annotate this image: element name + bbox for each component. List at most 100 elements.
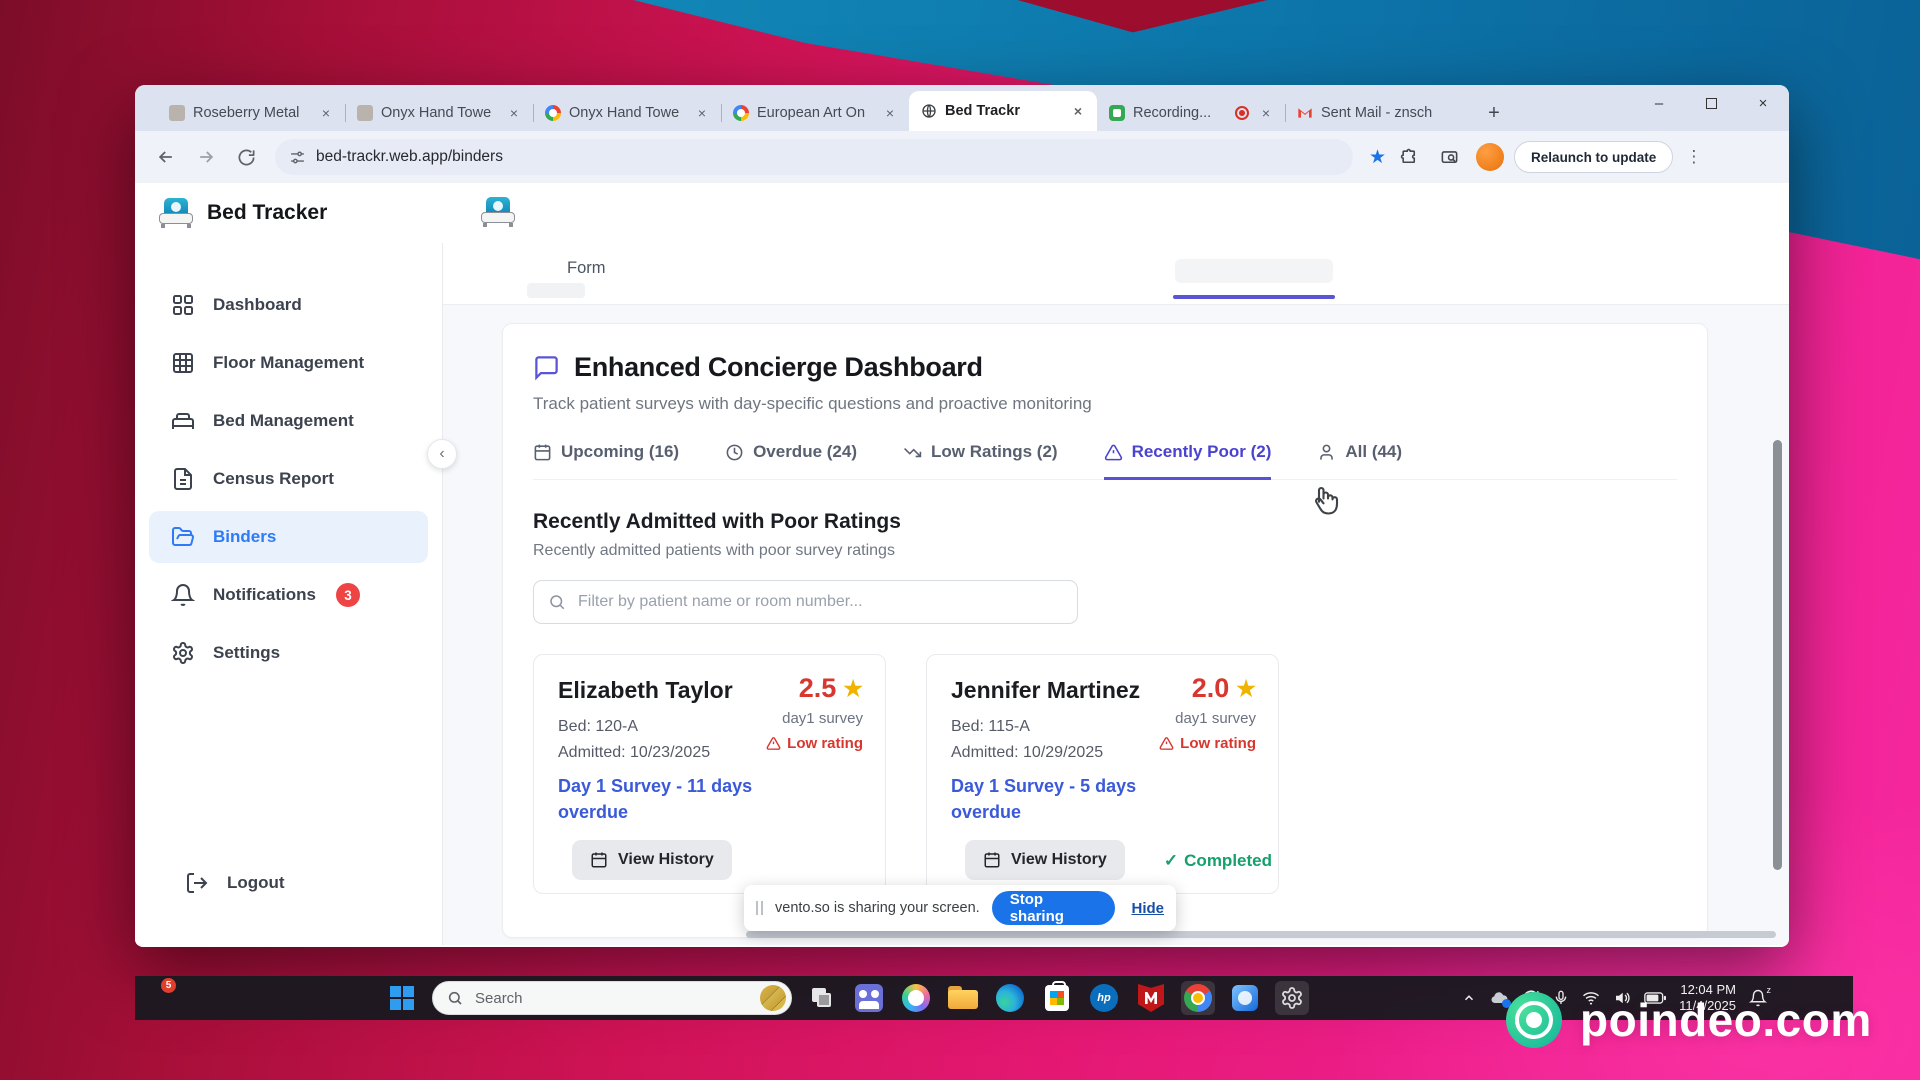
tab-recently-poor[interactable]: Recently Poor (2) (1103, 442, 1272, 480)
patient-card[interactable]: Jennifer Martinez 2.0 ★ day1 survey Low r… (926, 654, 1279, 894)
browser-tab[interactable]: European Art On × (721, 95, 910, 131)
minimize-button[interactable]: – (1633, 85, 1685, 121)
form-tab-underline (1173, 295, 1335, 299)
recording-dot-icon (1235, 106, 1249, 120)
url-text: bed-trackr.web.app/binders (316, 148, 503, 165)
folder-open-icon (171, 525, 195, 549)
profile-avatar[interactable] (1476, 143, 1505, 171)
tab-search-icon[interactable] (1432, 140, 1466, 174)
browser-tab[interactable]: Sent Mail - znsch (1285, 95, 1473, 131)
extensions-puzzle-icon[interactable] (1392, 140, 1426, 174)
overdue-note: Day 1 Survey - 5 days overdue (951, 776, 1137, 822)
task-view-icon[interactable] (805, 981, 839, 1015)
forward-icon[interactable] (189, 140, 223, 174)
gear-icon (171, 641, 195, 665)
patient-card[interactable]: Elizabeth Taylor 2.5 ★ day1 survey Low ra… (533, 654, 886, 894)
address-bar[interactable]: bed-trackr.web.app/binders (275, 139, 1353, 175)
clock-icon (725, 443, 744, 462)
tab-low-ratings[interactable]: Low Ratings (2) (903, 442, 1058, 480)
close-icon[interactable]: × (317, 104, 335, 122)
patient-rating: 2.5 ★ (798, 673, 863, 703)
close-window-button[interactable]: × (1737, 85, 1789, 121)
photos-icon[interactable] (1228, 981, 1262, 1015)
maximize-button[interactable] (1685, 85, 1737, 121)
app-body: Dashboard Floor Management Bed Managemen… (135, 243, 1789, 945)
patient-filter-box[interactable] (533, 580, 1078, 624)
stop-sharing-button[interactable]: Stop sharing (991, 891, 1116, 925)
check-icon: ✓ (1163, 851, 1179, 870)
tab-overdue[interactable]: Overdue (24) (725, 442, 857, 480)
patient-cards: Elizabeth Taylor 2.5 ★ day1 survey Low ra… (533, 654, 1677, 894)
new-tab-button[interactable]: + (1479, 98, 1509, 128)
notification-count-icon[interactable]: 5 (149, 978, 176, 1005)
close-icon[interactable]: × (505, 104, 523, 122)
notification-badge: 3 (335, 583, 360, 607)
edge-icon[interactable] (993, 981, 1027, 1015)
sidebar-item-bed-management[interactable]: Bed Management (149, 395, 428, 447)
browser-tab[interactable]: Roseberry Metal × (157, 95, 346, 131)
copilot-icon[interactable] (899, 981, 933, 1015)
completed-status: ✓ Completed (1163, 851, 1272, 870)
dashboard-icon (171, 293, 195, 317)
sidebar-collapse-button[interactable]: ‹ (427, 439, 457, 469)
star-icon: ★ (1236, 675, 1256, 701)
view-history-button[interactable]: View History (572, 840, 732, 880)
browser-tab[interactable]: Onyx Hand Towe × (533, 95, 722, 131)
sidebar-item-notifications[interactable]: Notifications 3 (149, 569, 428, 621)
gmail-icon (1297, 105, 1313, 121)
settings-app-icon[interactable] (1275, 981, 1309, 1015)
vertical-scrollbar[interactable] (1773, 440, 1782, 870)
tab-all[interactable]: All (44) (1317, 442, 1402, 480)
logout-button[interactable]: Logout (163, 857, 443, 909)
tab-upcoming[interactable]: Upcoming (16) (533, 442, 679, 480)
window-controls: – × (1633, 85, 1789, 121)
reload-icon[interactable] (229, 140, 263, 174)
search-highlight-icon[interactable] (760, 985, 786, 1011)
hide-link[interactable]: Hide (1131, 900, 1164, 917)
main-content: Form Enhanced Concierge Dashboard Track … (443, 243, 1789, 945)
form-label: Form (567, 259, 606, 277)
browser-tab[interactable]: Recording... × (1097, 95, 1286, 131)
concierge-dashboard-card: Enhanced Concierge Dashboard Track patie… (502, 323, 1708, 938)
close-icon[interactable]: × (1257, 104, 1275, 122)
page-icon (169, 105, 185, 121)
app-header: Bed Tracker (135, 183, 1789, 243)
taskbar-search[interactable] (432, 981, 792, 1015)
browser-tab[interactable]: Onyx Hand Towe × (345, 95, 534, 131)
chrome-icon[interactable] (1181, 981, 1215, 1015)
sidebar: Dashboard Floor Management Bed Managemen… (135, 243, 443, 945)
teams-icon[interactable] (852, 981, 886, 1015)
sidebar-item-census-report[interactable]: Census Report (149, 453, 428, 505)
start-button[interactable] (385, 981, 419, 1015)
sidebar-item-floor-management[interactable]: Floor Management (149, 337, 428, 389)
person-icon (1317, 443, 1336, 462)
mcafee-icon[interactable] (1134, 981, 1168, 1015)
browser-menu-icon[interactable]: ⋮ (1685, 147, 1702, 167)
view-history-button[interactable]: View History (965, 840, 1125, 880)
sidebar-item-dashboard[interactable]: Dashboard (149, 279, 428, 331)
drag-grip-icon[interactable] (756, 901, 763, 915)
recorder-icon (1109, 105, 1125, 121)
back-icon[interactable] (149, 140, 183, 174)
relaunch-update-button[interactable]: Relaunch to update (1514, 141, 1674, 173)
calendar-icon (590, 851, 608, 869)
microsoft-store-icon[interactable] (1040, 981, 1074, 1015)
calendar-icon (533, 443, 552, 462)
tray-chevron-icon[interactable] (1462, 991, 1476, 1005)
horizontal-scrollbar[interactable] (746, 931, 1776, 938)
sidebar-item-settings[interactable]: Settings (149, 627, 428, 679)
share-message: vento.so is sharing your screen. (775, 900, 980, 916)
close-icon[interactable]: × (693, 104, 711, 122)
site-info-icon[interactable] (289, 149, 306, 166)
browser-tab-active[interactable]: Bed Trackr × (909, 91, 1097, 131)
close-icon[interactable]: × (1069, 102, 1087, 120)
bookmark-star-icon[interactable]: ★ (1369, 146, 1386, 169)
file-explorer-icon[interactable] (946, 981, 980, 1015)
hp-icon[interactable]: hp (1087, 981, 1121, 1015)
taskbar-search-input[interactable] (473, 988, 713, 1008)
document-icon (171, 467, 195, 491)
sidebar-item-binders[interactable]: Binders (149, 511, 428, 563)
ghost-element (527, 283, 585, 298)
close-icon[interactable]: × (881, 104, 899, 122)
patient-filter-input[interactable] (576, 592, 1063, 612)
